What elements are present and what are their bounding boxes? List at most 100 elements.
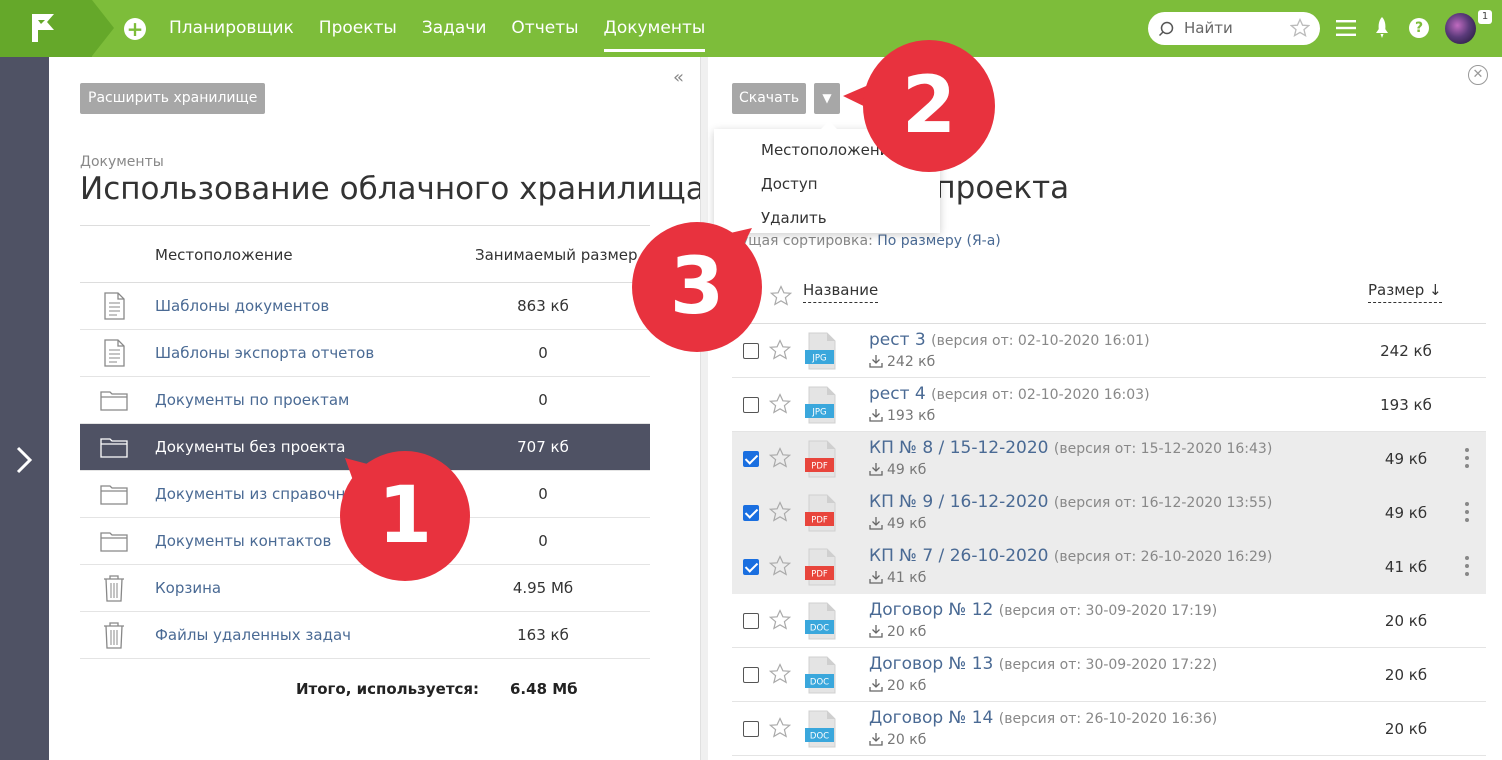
sort-by-size[interactable]: Размер ↓: [1368, 270, 1442, 303]
star-icon[interactable]: [769, 447, 791, 469]
expand-storage-button[interactable]: Расширить хранилище: [80, 83, 266, 114]
file-download[interactable]: 41 кб: [869, 570, 926, 586]
file-checkbox[interactable]: [743, 397, 759, 413]
file-name[interactable]: КП № 9 / 16-12-2020: [869, 492, 1049, 512]
file-row[interactable]: DOC Договор № 13 (версия от: 30-09-2020 1…: [732, 648, 1486, 702]
star-icon[interactable]: [770, 285, 792, 307]
add-button[interactable]: +: [124, 18, 146, 40]
nav-item[interactable]: Документы: [603, 0, 705, 57]
file-name[interactable]: рест 4: [869, 384, 926, 404]
dropdown-item[interactable]: Удалить: [714, 201, 940, 235]
search-box[interactable]: Найти: [1148, 12, 1320, 45]
file-row[interactable]: JPG рест 3 (версия от: 02-10-2020 16:01) 2…: [732, 324, 1486, 378]
nav-item[interactable]: Планировщик: [169, 0, 294, 57]
nav-item[interactable]: Отчеты: [511, 0, 578, 57]
file-type-label: JPG: [811, 354, 826, 364]
file-checkbox[interactable]: [743, 505, 759, 521]
nav-item[interactable]: Задачи: [422, 0, 487, 57]
folder-icon: [99, 385, 129, 415]
more-vertical-icon[interactable]: [1464, 447, 1470, 469]
file-size: 20 кб: [1384, 720, 1428, 738]
location-size: 163 кб: [517, 626, 569, 644]
location-link[interactable]: Шаблоны документов: [155, 283, 329, 330]
hamburger-icon[interactable]: [1336, 19, 1356, 37]
file-checkbox[interactable]: [743, 451, 759, 467]
file-name[interactable]: КП № 8 / 15-12-2020: [869, 438, 1049, 458]
folder-icon: [99, 526, 129, 556]
file-download[interactable]: 20 кб: [869, 678, 926, 694]
more-vertical-icon[interactable]: [1464, 501, 1470, 523]
download-button[interactable]: Скачать: [732, 83, 807, 114]
star-icon[interactable]: [769, 393, 791, 415]
table-row[interactable]: Шаблоны документов 863 кб: [80, 283, 650, 330]
file-download[interactable]: 49 кб: [869, 516, 926, 532]
file-name-link[interactable]: КП № 7 / 26-10-2020 (версия от: 26-10-20…: [869, 546, 1272, 566]
file-name[interactable]: Договор № 13: [869, 654, 993, 674]
location-link[interactable]: Документы без проекта: [155, 424, 345, 471]
location-link[interactable]: Шаблоны экспорта отчетов: [155, 330, 374, 377]
file-name-link[interactable]: Договор № 13 (версия от: 30-09-2020 17:2…: [869, 654, 1217, 674]
logo[interactable]: [0, 0, 92, 57]
sort-value[interactable]: По размеру (Я-а): [877, 233, 1001, 249]
panel-divider[interactable]: [700, 57, 708, 760]
file-download[interactable]: 242 кб: [869, 354, 935, 370]
file-checkbox[interactable]: [743, 343, 759, 359]
file-checkbox[interactable]: [743, 559, 759, 575]
location-link[interactable]: Документы из справочни: [155, 471, 355, 518]
file-row[interactable]: PDF КП № 8 / 15-12-2020 (версия от: 15-12…: [732, 432, 1486, 486]
file-name[interactable]: Договор № 12: [869, 600, 993, 620]
file-download[interactable]: 49 кб: [869, 462, 926, 478]
file-download[interactable]: 193 кб: [869, 408, 935, 424]
file-name-link[interactable]: Договор № 12 (версия от: 30-09-2020 17:1…: [869, 600, 1217, 620]
table-row[interactable]: Файлы удаленных задач 163 кб: [80, 612, 650, 659]
file-row[interactable]: JPG рест 4 (версия от: 02-10-2020 16:03) 1…: [732, 378, 1486, 432]
star-icon[interactable]: [769, 717, 791, 739]
collapse-icon[interactable]: «: [673, 67, 684, 88]
file-name-link[interactable]: Договор № 14 (версия от: 26-10-2020 16:3…: [869, 708, 1217, 728]
sort-by-name[interactable]: Название: [803, 270, 879, 303]
file-row[interactable]: PDF КП № 7 / 26-10-2020 (версия от: 26-10…: [732, 540, 1486, 594]
file-name[interactable]: Договор № 14: [869, 708, 993, 728]
rocket-icon[interactable]: [1372, 16, 1392, 40]
location-size: 4.95 Мб: [512, 579, 574, 597]
location-link[interactable]: Файлы удаленных задач: [155, 612, 351, 659]
location-size: 0: [538, 344, 548, 362]
table-row[interactable]: Корзина 4.95 Мб: [80, 565, 650, 612]
location-size: 863 кб: [517, 297, 569, 315]
breadcrumb[interactable]: Документы: [80, 154, 164, 170]
file-name-link[interactable]: КП № 8 / 15-12-2020 (версия от: 15-12-20…: [869, 438, 1272, 458]
file-download[interactable]: 20 кб: [869, 624, 926, 640]
search-input[interactable]: Найти: [1184, 12, 1233, 45]
star-icon[interactable]: [769, 663, 791, 685]
file-checkbox[interactable]: [743, 667, 759, 683]
download-dropdown-toggle[interactable]: ▼: [814, 83, 840, 114]
file-name-link[interactable]: КП № 9 / 16-12-2020 (версия от: 16-12-20…: [869, 492, 1272, 512]
help-icon[interactable]: ?: [1409, 18, 1429, 38]
file-row[interactable]: PDF КП № 9 / 16-12-2020 (версия от: 16-12…: [732, 486, 1486, 540]
file-name[interactable]: КП № 7 / 26-10-2020: [869, 546, 1049, 566]
chevron-right-icon[interactable]: [14, 445, 34, 475]
star-icon[interactable]: [769, 501, 791, 523]
star-icon[interactable]: [769, 609, 791, 631]
nav-item[interactable]: Проекты: [319, 0, 397, 57]
file-download[interactable]: 20 кб: [869, 732, 926, 748]
location-link[interactable]: Документы по проектам: [155, 377, 349, 424]
location-link[interactable]: Документы контактов: [155, 518, 331, 565]
file-checkbox[interactable]: [743, 613, 759, 629]
file-name-link[interactable]: рест 4 (версия от: 02-10-2020 16:03): [869, 384, 1150, 404]
location-link[interactable]: Корзина: [155, 565, 221, 612]
dropdown-item[interactable]: Доступ: [714, 167, 940, 201]
avatar[interactable]: [1445, 13, 1476, 44]
file-name[interactable]: рест 3: [869, 330, 926, 350]
file-row[interactable]: DOC Договор № 12 (версия от: 30-09-2020 1…: [732, 594, 1486, 648]
file-name-link[interactable]: рест 3 (версия от: 02-10-2020 16:01): [869, 330, 1150, 350]
file-checkbox[interactable]: [743, 721, 759, 737]
star-icon[interactable]: [769, 555, 791, 577]
star-icon[interactable]: [1290, 18, 1310, 38]
more-vertical-icon[interactable]: [1464, 555, 1470, 577]
star-icon[interactable]: [769, 339, 791, 361]
close-icon[interactable]: ✕: [1468, 65, 1488, 85]
file-row[interactable]: DOC Договор № 14 (версия от: 26-10-2020 1…: [732, 702, 1486, 756]
table-row[interactable]: Шаблоны экспорта отчетов 0: [80, 330, 650, 377]
table-row[interactable]: Документы по проектам 0: [80, 377, 650, 424]
